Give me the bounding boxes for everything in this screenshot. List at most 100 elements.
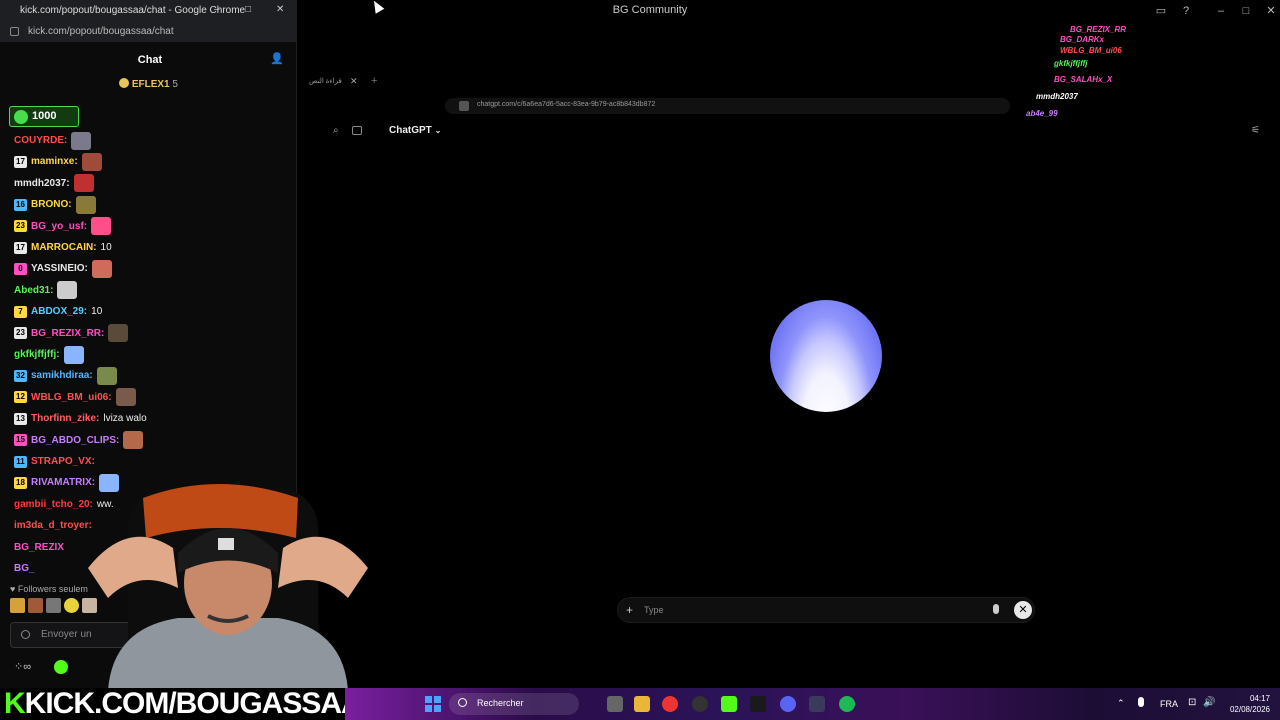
minimize-button[interactable]: – xyxy=(214,4,220,15)
emote-icon xyxy=(81,152,102,171)
kick-studio-icon[interactable] xyxy=(721,696,737,712)
site-info-icon[interactable] xyxy=(459,101,469,111)
heart-icon: ♥ xyxy=(10,584,16,594)
kick-k: K xyxy=(4,687,26,720)
spotify-icon[interactable] xyxy=(839,696,855,712)
emote[interactable] xyxy=(10,598,25,613)
overlay-chat-item: WBLG_BM_ui06 xyxy=(1060,46,1122,55)
emote[interactable] xyxy=(28,598,43,613)
chat-username[interactable]: mmdh2037: xyxy=(14,178,70,189)
window-title: BG Community xyxy=(612,4,688,16)
volume-icon[interactable]: 🔊 xyxy=(1203,697,1215,708)
site-info-icon[interactable] xyxy=(10,27,19,36)
chrome-icon[interactable] xyxy=(662,696,678,712)
tablet-mode-icon[interactable]: ▭ xyxy=(1153,3,1169,19)
taskbar: Rechercher ⌃ FRA ⊡ 🔊 04:17 02/08/2026 xyxy=(345,688,1280,720)
new-tab-button[interactable]: + xyxy=(371,75,377,87)
app-icon[interactable] xyxy=(750,696,766,712)
chat-address-bar[interactable]: kick.com/popout/bougassaa/chat xyxy=(0,22,297,42)
composer[interactable]: + Type ✕ xyxy=(617,597,1035,623)
chat-username[interactable]: YASSINEIO: xyxy=(31,263,88,274)
sub-badge-icon: 16 xyxy=(14,198,27,211)
maximize-button[interactable]: □ xyxy=(1238,3,1254,19)
cap-logo xyxy=(218,538,234,550)
chat-username[interactable]: BG_ABDO_CLIPS: xyxy=(31,435,119,446)
chat-username[interactable]: WBLG_BM_ui06: xyxy=(31,392,112,403)
close-tab-icon[interactable]: ✕ xyxy=(350,76,358,87)
system-clock[interactable]: 04:17 02/08/2026 xyxy=(1215,693,1270,715)
discord-icon[interactable] xyxy=(780,696,796,712)
emote-icon xyxy=(71,131,92,150)
url-text: chatgpt.com/c/6a6ea7d6-5acc-83ea-9b79-ac… xyxy=(477,101,656,108)
sub-badge-icon: 18 xyxy=(14,476,27,489)
address-bar[interactable]: chatgpt.com/c/6a6ea7d6-5acc-83ea-9b79-ac… xyxy=(445,98,1010,114)
webcam-overlay xyxy=(88,484,368,690)
chat-username[interactable]: BG_yo_usf: xyxy=(31,221,87,232)
overlay-chat-item: mmdh2037 xyxy=(1036,92,1078,101)
pinned-gifter: EFLEX1 5 xyxy=(0,78,297,96)
close-button[interactable]: ✕ xyxy=(1263,3,1279,19)
emoji-icon[interactable] xyxy=(21,630,30,639)
chat-username[interactable]: gkfkjffjffj: xyxy=(14,349,60,360)
close-button[interactable]: ✕ xyxy=(276,4,284,15)
search-label: Rechercher xyxy=(477,698,524,708)
sidebar-toggle-icon[interactable] xyxy=(352,126,362,135)
sub-badge-icon: 0 xyxy=(14,262,27,275)
tray-chevron-up-icon[interactable]: ⌃ xyxy=(1117,698,1125,709)
chat-username[interactable]: Abed31: xyxy=(14,285,53,296)
emote[interactable] xyxy=(46,598,61,613)
chat-username[interactable]: BG_REZIX xyxy=(14,542,64,553)
overlay-chat: BG_REZIX_RR BG_DARKx WBLG_BM_ui06 gkfkjf… xyxy=(1010,22,1160,122)
chat-username[interactable]: COUYRDE: xyxy=(14,135,67,146)
overlay-chat-item: ab4e_99 xyxy=(1026,109,1058,118)
overlay-chat-item: BG_SALAHx_X xyxy=(1054,75,1113,84)
help-icon[interactable]: ? xyxy=(1178,3,1194,19)
app-icon[interactable] xyxy=(809,696,825,712)
chat-username[interactable]: BG_REZIX_RR: xyxy=(31,328,104,339)
plus-icon[interactable]: + xyxy=(626,603,633,617)
file-explorer-icon[interactable] xyxy=(634,696,650,712)
chat-window-title: kick.com/popout/bougassaa/chat - Google … xyxy=(20,5,246,16)
chat-message: 17 MARROCAIN: 10 xyxy=(14,237,112,258)
chat-username[interactable]: MARROCAIN: xyxy=(31,242,97,253)
sub-badge-icon: 32 xyxy=(14,369,27,382)
minimize-button[interactable]: – xyxy=(1213,3,1229,19)
chat-username[interactable]: BG_ xyxy=(14,563,35,574)
sub-badge-icon: 17 xyxy=(14,155,27,168)
settings-sliders-icon[interactable]: ⚟ xyxy=(1251,125,1260,136)
chat-message: 15 BG_ABDO_CLIPS: xyxy=(14,430,144,451)
user-settings-icon[interactable]: 👤 xyxy=(270,52,284,65)
chat-username[interactable]: samikhdiraa: xyxy=(31,370,93,381)
chat-username[interactable]: Thorfinn_zike: xyxy=(31,413,99,424)
sub-badge-icon: 23 xyxy=(14,327,27,340)
model-selector[interactable]: ChatGPT ⌄ xyxy=(389,125,441,136)
obs-icon[interactable] xyxy=(692,696,708,712)
network-icon[interactable]: ⊡ xyxy=(1188,697,1196,708)
chat-message: Abed31: xyxy=(14,280,78,301)
emote-icon xyxy=(115,388,136,407)
microphone-icon[interactable] xyxy=(1138,697,1144,707)
language-indicator[interactable]: FRA xyxy=(1160,699,1178,709)
chat-message-text: lviza walo xyxy=(103,413,147,425)
chat-username[interactable]: STRAPO_VX: xyxy=(31,456,95,467)
start-icon[interactable] xyxy=(425,696,441,712)
infinity-icon[interactable]: ⁘∞ xyxy=(14,660,31,673)
chat-username[interactable]: BRONO: xyxy=(31,199,72,210)
task-view-icon[interactable] xyxy=(607,696,623,712)
pinned-user: EFLEX1 xyxy=(131,79,170,90)
chat-message: mmdh2037: xyxy=(14,173,94,194)
end-voice-button[interactable]: ✕ xyxy=(1014,601,1032,619)
channel-points-button[interactable]: 1000 xyxy=(9,106,79,127)
maximize-button[interactable]: □ xyxy=(245,4,251,15)
search-icon[interactable]: ⌕ xyxy=(333,125,339,136)
chat-username[interactable]: ABDOX_29: xyxy=(31,306,87,317)
taskbar-search[interactable]: Rechercher xyxy=(449,693,579,715)
composer-placeholder[interactable]: Type xyxy=(644,605,664,615)
chat-message: 23 BG_yo_usf: xyxy=(14,216,112,237)
sub-badge-icon: 7 xyxy=(14,305,27,318)
points-icon xyxy=(14,110,28,124)
pinned-count: 5 xyxy=(172,79,178,90)
microphone-icon[interactable] xyxy=(993,604,999,614)
chat-username[interactable]: maminxe: xyxy=(31,156,78,167)
crown-icon xyxy=(119,78,130,88)
